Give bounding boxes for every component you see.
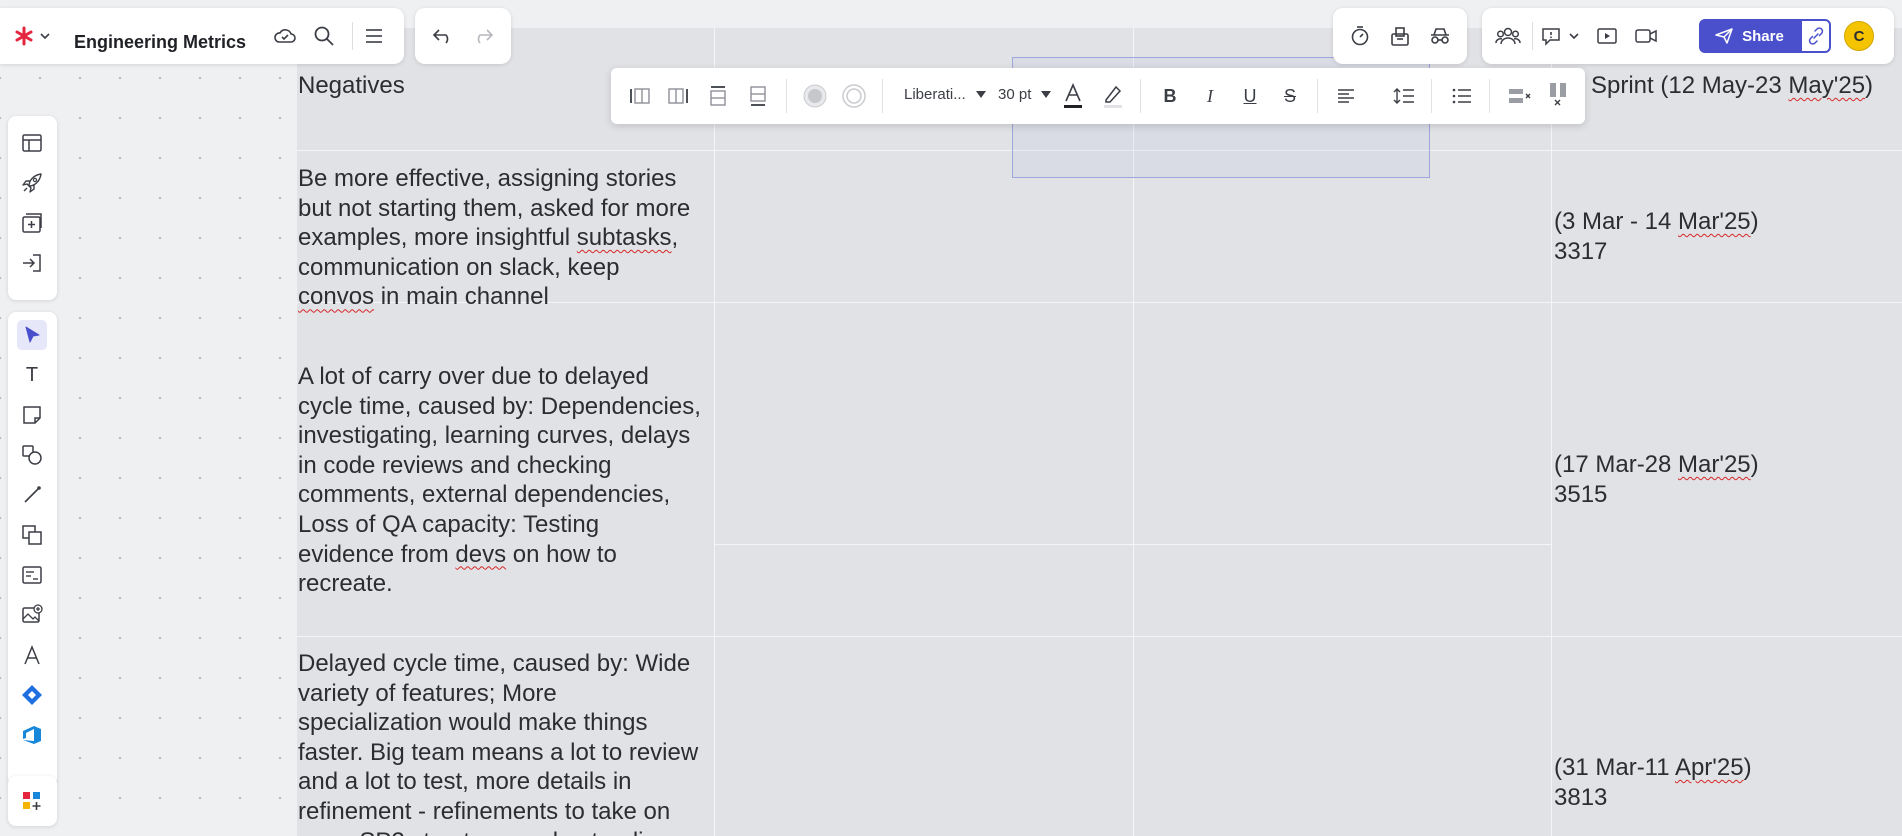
divider — [786, 79, 787, 113]
app-logo-icon — [15, 26, 50, 46]
text-tool-icon[interactable]: T — [17, 360, 47, 390]
app-logo-menu[interactable] — [14, 24, 52, 48]
negatives-cell-3[interactable]: Delayed cycle time, caused by: Wide vari… — [298, 649, 698, 836]
font-family-value: Liberati... — [904, 86, 966, 103]
font-family-select[interactable]: Liberati... — [904, 86, 986, 103]
divider — [1317, 79, 1318, 113]
sprint-cell-2[interactable]: (17 Mar-28 Mar'25) 3515 — [1554, 450, 1759, 509]
bold-icon[interactable]: B — [1155, 82, 1185, 110]
send-icon — [1715, 28, 1733, 44]
pen-tool-icon[interactable] — [17, 640, 47, 670]
image-upload-icon[interactable] — [17, 600, 47, 630]
import-icon[interactable] — [17, 248, 47, 278]
collaborators-icon[interactable] — [1492, 22, 1524, 50]
negatives-cell-2[interactable]: A lot of carry over due to delayed cycle… — [298, 362, 701, 599]
link-icon — [1808, 27, 1823, 45]
cards-icon[interactable] — [17, 560, 47, 590]
private-mode-icon[interactable] — [1425, 22, 1455, 50]
insert-column-left-icon[interactable] — [625, 82, 655, 110]
line-spacing-icon[interactable] — [1389, 82, 1419, 110]
undo-icon[interactable] — [428, 22, 458, 50]
retro-table[interactable]: Negatives C Sprint (12 May-23 May'25) Be… — [297, 28, 1902, 836]
chevron-down-icon — [1041, 91, 1052, 98]
divider — [882, 79, 883, 113]
hamburger-menu-icon[interactable] — [359, 22, 389, 50]
timer-icon[interactable] — [1345, 22, 1375, 50]
jira-app-icon[interactable] — [17, 680, 47, 710]
insert-row-below-icon[interactable] — [743, 82, 773, 110]
cell-fill-color-icon[interactable] — [800, 81, 830, 111]
divider — [1140, 79, 1141, 113]
redo-icon[interactable] — [468, 22, 498, 50]
row-divider — [297, 636, 1902, 637]
header-sprint[interactable]: C Sprint (12 May-23 May'25) — [1567, 71, 1873, 101]
italic-icon[interactable]: I — [1195, 82, 1225, 110]
templates-toolbar — [8, 116, 57, 300]
reactions-dropdown[interactable] — [1538, 22, 1584, 50]
share-panel — [1482, 8, 1894, 64]
voting-box-icon[interactable] — [1385, 22, 1415, 50]
highlight-icon[interactable] — [1098, 80, 1128, 112]
apps-toolbar — [8, 776, 57, 826]
insert-row-above-icon[interactable] — [703, 82, 733, 110]
search-icon[interactable] — [309, 22, 339, 50]
user-avatar[interactable]: C — [1844, 21, 1874, 51]
shapes-icon[interactable] — [17, 440, 47, 470]
chevron-down-icon — [975, 91, 986, 98]
select-tool-icon[interactable] — [17, 320, 47, 350]
templates-icon[interactable] — [17, 128, 47, 158]
document-header: Engineering Metrics — [0, 8, 404, 64]
document-title[interactable]: Engineering Metrics — [74, 32, 246, 53]
border-color-icon[interactable] — [839, 81, 869, 111]
rocket-icon[interactable] — [17, 168, 47, 198]
add-frame-icon[interactable] — [17, 208, 47, 238]
row-divider — [714, 544, 1551, 545]
font-size-value: 30 pt — [998, 86, 1032, 103]
line-tool-icon[interactable] — [17, 480, 47, 510]
underline-icon[interactable]: U — [1235, 82, 1265, 110]
delete-row-icon[interactable] — [1505, 82, 1535, 110]
sticky-note-icon[interactable] — [17, 400, 47, 430]
divider — [1431, 79, 1432, 113]
add-apps-icon[interactable] — [17, 786, 47, 816]
header-negatives[interactable]: Negatives — [298, 71, 405, 101]
frames-icon[interactable] — [17, 520, 47, 550]
collab-tools-panel — [1333, 8, 1467, 64]
comment-reaction-icon — [1542, 28, 1579, 46]
share-label: Share — [1742, 27, 1784, 45]
list-icon[interactable] — [1447, 82, 1477, 110]
insert-column-right-icon[interactable] — [663, 82, 693, 110]
align-left-icon[interactable] — [1331, 82, 1361, 110]
text-color-icon[interactable] — [1058, 80, 1088, 112]
azure-devops-app-icon[interactable] — [17, 720, 47, 750]
copy-link-button[interactable] — [1800, 19, 1831, 53]
text-format-toolbar: Liberati... 30 pt B I U S — [611, 68, 1585, 124]
creation-toolbar: T — [8, 312, 57, 786]
divider — [1489, 79, 1490, 113]
sprint-cell-1[interactable]: (3 Mar - 14 Mar'25) 3317 — [1554, 207, 1759, 266]
undo-redo-panel — [415, 8, 511, 64]
divider — [1532, 22, 1533, 50]
video-call-icon[interactable] — [1631, 22, 1661, 50]
font-size-select[interactable]: 30 pt — [998, 86, 1052, 103]
presentation-icon[interactable] — [1592, 22, 1622, 50]
negatives-cell-1[interactable]: Be more effective, assigning stories but… — [298, 164, 690, 312]
share-button[interactable]: Share — [1699, 19, 1800, 53]
divider — [352, 22, 353, 50]
delete-column-icon[interactable] — [1543, 80, 1573, 110]
sprint-cell-3[interactable]: (31 Mar-11 Apr'25) 3813 — [1554, 753, 1752, 812]
cloud-sync-icon[interactable] — [270, 23, 300, 49]
strikethrough-icon[interactable]: S — [1275, 82, 1305, 110]
